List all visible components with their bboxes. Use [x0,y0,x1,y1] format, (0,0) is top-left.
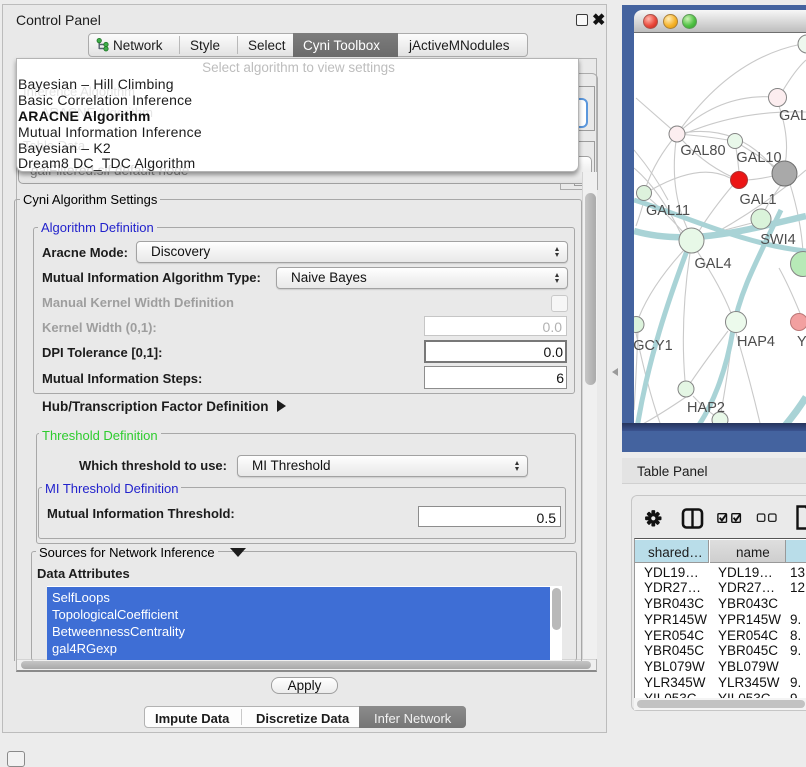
svg-text:SWI4: SWI4 [760,232,795,248]
svg-text:GAL1: GAL1 [739,192,776,208]
svg-text:GAL80: GAL80 [680,143,725,159]
svg-text:GCY1: GCY1 [634,338,673,354]
svg-text:GAL2: GAL2 [779,108,806,124]
svg-text:HAP2: HAP2 [687,400,725,416]
svg-text:HAP4: HAP4 [737,334,775,350]
svg-text:GAL10: GAL10 [736,150,781,166]
svg-text:GAL11: GAL11 [646,203,690,219]
svg-text:GAL4: GAL4 [694,256,731,272]
svg-text:YM: YM [797,334,806,350]
